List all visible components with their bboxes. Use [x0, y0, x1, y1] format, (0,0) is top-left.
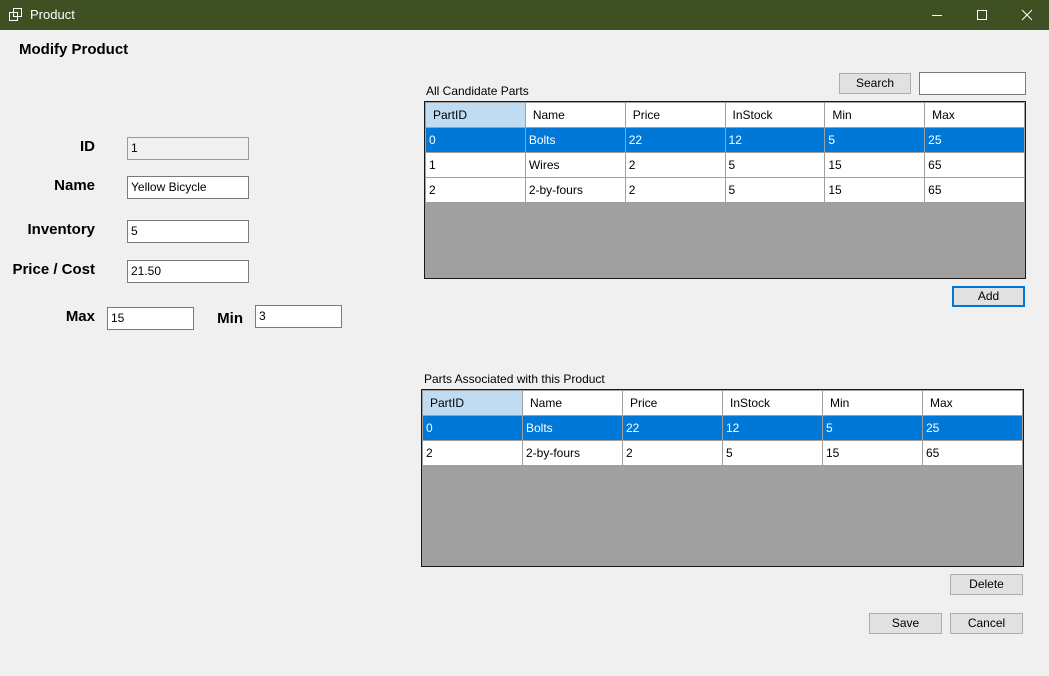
table-cell[interactable]: 25 — [922, 415, 1023, 441]
table-cell[interactable]: 15 — [824, 152, 926, 178]
table-row[interactable]: 2 2-by-fours 2 5 15 65 — [425, 177, 1025, 203]
minimize-icon — [932, 15, 942, 16]
column-header-instock[interactable]: InStock — [722, 390, 823, 416]
column-header-instock[interactable]: InStock — [724, 102, 826, 128]
table-cell[interactable]: 0 — [425, 127, 526, 153]
column-header-price[interactable]: Price — [624, 102, 726, 128]
table-cell[interactable]: 0 — [422, 415, 523, 441]
close-icon — [1021, 9, 1033, 21]
table-cell[interactable]: 5 — [724, 177, 826, 203]
table-cell[interactable]: Wires — [524, 152, 626, 178]
price-label: Price / Cost — [12, 261, 95, 278]
associated-table: PartID Name Price InStock Min Max 0 Bolts 22 12 5 2… — [422, 390, 1023, 466]
column-header-partid[interactable]: PartID — [422, 390, 523, 416]
table-cell[interactable]: 22 — [622, 415, 723, 441]
table-cell[interactable]: 2 — [622, 440, 723, 466]
table-cell[interactable]: 5 — [724, 152, 826, 178]
column-header-price[interactable]: Price — [622, 390, 723, 416]
column-header-name[interactable]: Name — [524, 102, 626, 128]
id-field[interactable]: 1 — [127, 137, 249, 160]
table-cell[interactable]: 1 — [425, 152, 526, 178]
search-button[interactable]: Search — [839, 73, 911, 94]
table-cell[interactable]: 2-by-fours — [522, 440, 623, 466]
name-label: Name — [54, 177, 95, 194]
table-cell[interactable]: 25 — [924, 127, 1025, 153]
table-cell[interactable]: 12 — [722, 415, 823, 441]
table-cell[interactable]: 5 — [822, 415, 923, 441]
maximize-button[interactable] — [959, 0, 1005, 30]
associated-parts-label: Parts Associated with this Product — [424, 372, 605, 386]
column-header-max[interactable]: Max — [922, 390, 1023, 416]
add-button[interactable]: Add — [952, 286, 1025, 307]
table-cell[interactable]: Bolts — [524, 127, 626, 153]
cancel-button[interactable]: Cancel — [950, 613, 1023, 634]
name-field[interactable]: Yellow Bicycle — [127, 176, 249, 199]
inventory-label: Inventory — [27, 221, 95, 238]
associated-parts-grid[interactable]: PartID Name Price InStock Min Max 0 Bolts 22 12 5 2… — [421, 389, 1024, 567]
minimize-button[interactable] — [914, 0, 960, 30]
close-button[interactable] — [1004, 0, 1049, 30]
max-label: Max — [65, 308, 95, 325]
table-cell[interactable]: 65 — [922, 440, 1023, 466]
min-label: Min — [217, 310, 243, 327]
column-header-min[interactable]: Min — [822, 390, 923, 416]
inventory-field[interactable]: 5 — [127, 220, 249, 243]
max-field[interactable]: 15 — [107, 307, 194, 330]
table-row[interactable]: 0 Bolts 22 12 5 25 — [425, 127, 1025, 153]
table-cell[interactable]: 15 — [824, 177, 926, 203]
candidate-parts-label: All Candidate Parts — [426, 84, 529, 98]
delete-button[interactable]: Delete — [950, 574, 1023, 595]
table-cell[interactable]: 65 — [924, 177, 1025, 203]
table-cell[interactable]: 65 — [924, 152, 1025, 178]
table-cell[interactable]: 12 — [724, 127, 826, 153]
table-header-row: PartID Name Price InStock Min Max — [422, 390, 1023, 416]
table-cell[interactable]: 2 — [624, 152, 726, 178]
table-cell[interactable]: 2 — [425, 177, 526, 203]
window-title: Product — [30, 7, 75, 22]
table-cell[interactable]: 2 — [624, 177, 726, 203]
title-bar[interactable]: Product — [0, 0, 1049, 30]
maximize-icon — [977, 10, 987, 20]
column-header-min[interactable]: Min — [824, 102, 926, 128]
min-field[interactable]: 3 — [255, 305, 342, 328]
page-title: Modify Product — [19, 41, 129, 58]
table-cell[interactable]: Bolts — [522, 415, 623, 441]
table-cell[interactable]: 15 — [822, 440, 923, 466]
table-cell[interactable]: 5 — [824, 127, 926, 153]
column-header-max[interactable]: Max — [924, 102, 1025, 128]
candidates-table: PartID Name Price InStock Min Max 0 Bolts 22 12 5 2… — [425, 102, 1025, 203]
column-header-partid[interactable]: PartID — [425, 102, 526, 128]
window-icon — [8, 7, 24, 23]
id-label: ID — [80, 138, 95, 155]
price-field[interactable]: 21.50 — [127, 260, 249, 283]
table-cell[interactable]: 22 — [624, 127, 726, 153]
table-cell[interactable]: 2 — [422, 440, 523, 466]
table-header-row: PartID Name Price InStock Min Max — [425, 102, 1025, 128]
table-row[interactable]: 1 Wires 2 5 15 65 — [425, 152, 1025, 178]
table-cell[interactable]: 2-by-fours — [524, 177, 626, 203]
candidate-parts-grid[interactable]: PartID Name Price InStock Min Max 0 Bolts 22 12 5 2… — [424, 101, 1026, 279]
save-button[interactable]: Save — [869, 613, 942, 634]
table-row[interactable]: 2 2-by-fours 2 5 15 65 — [422, 440, 1023, 466]
table-cell[interactable]: 5 — [722, 440, 823, 466]
search-input[interactable] — [919, 72, 1026, 95]
column-header-name[interactable]: Name — [522, 390, 623, 416]
table-row[interactable]: 0 Bolts 22 12 5 25 — [422, 415, 1023, 441]
